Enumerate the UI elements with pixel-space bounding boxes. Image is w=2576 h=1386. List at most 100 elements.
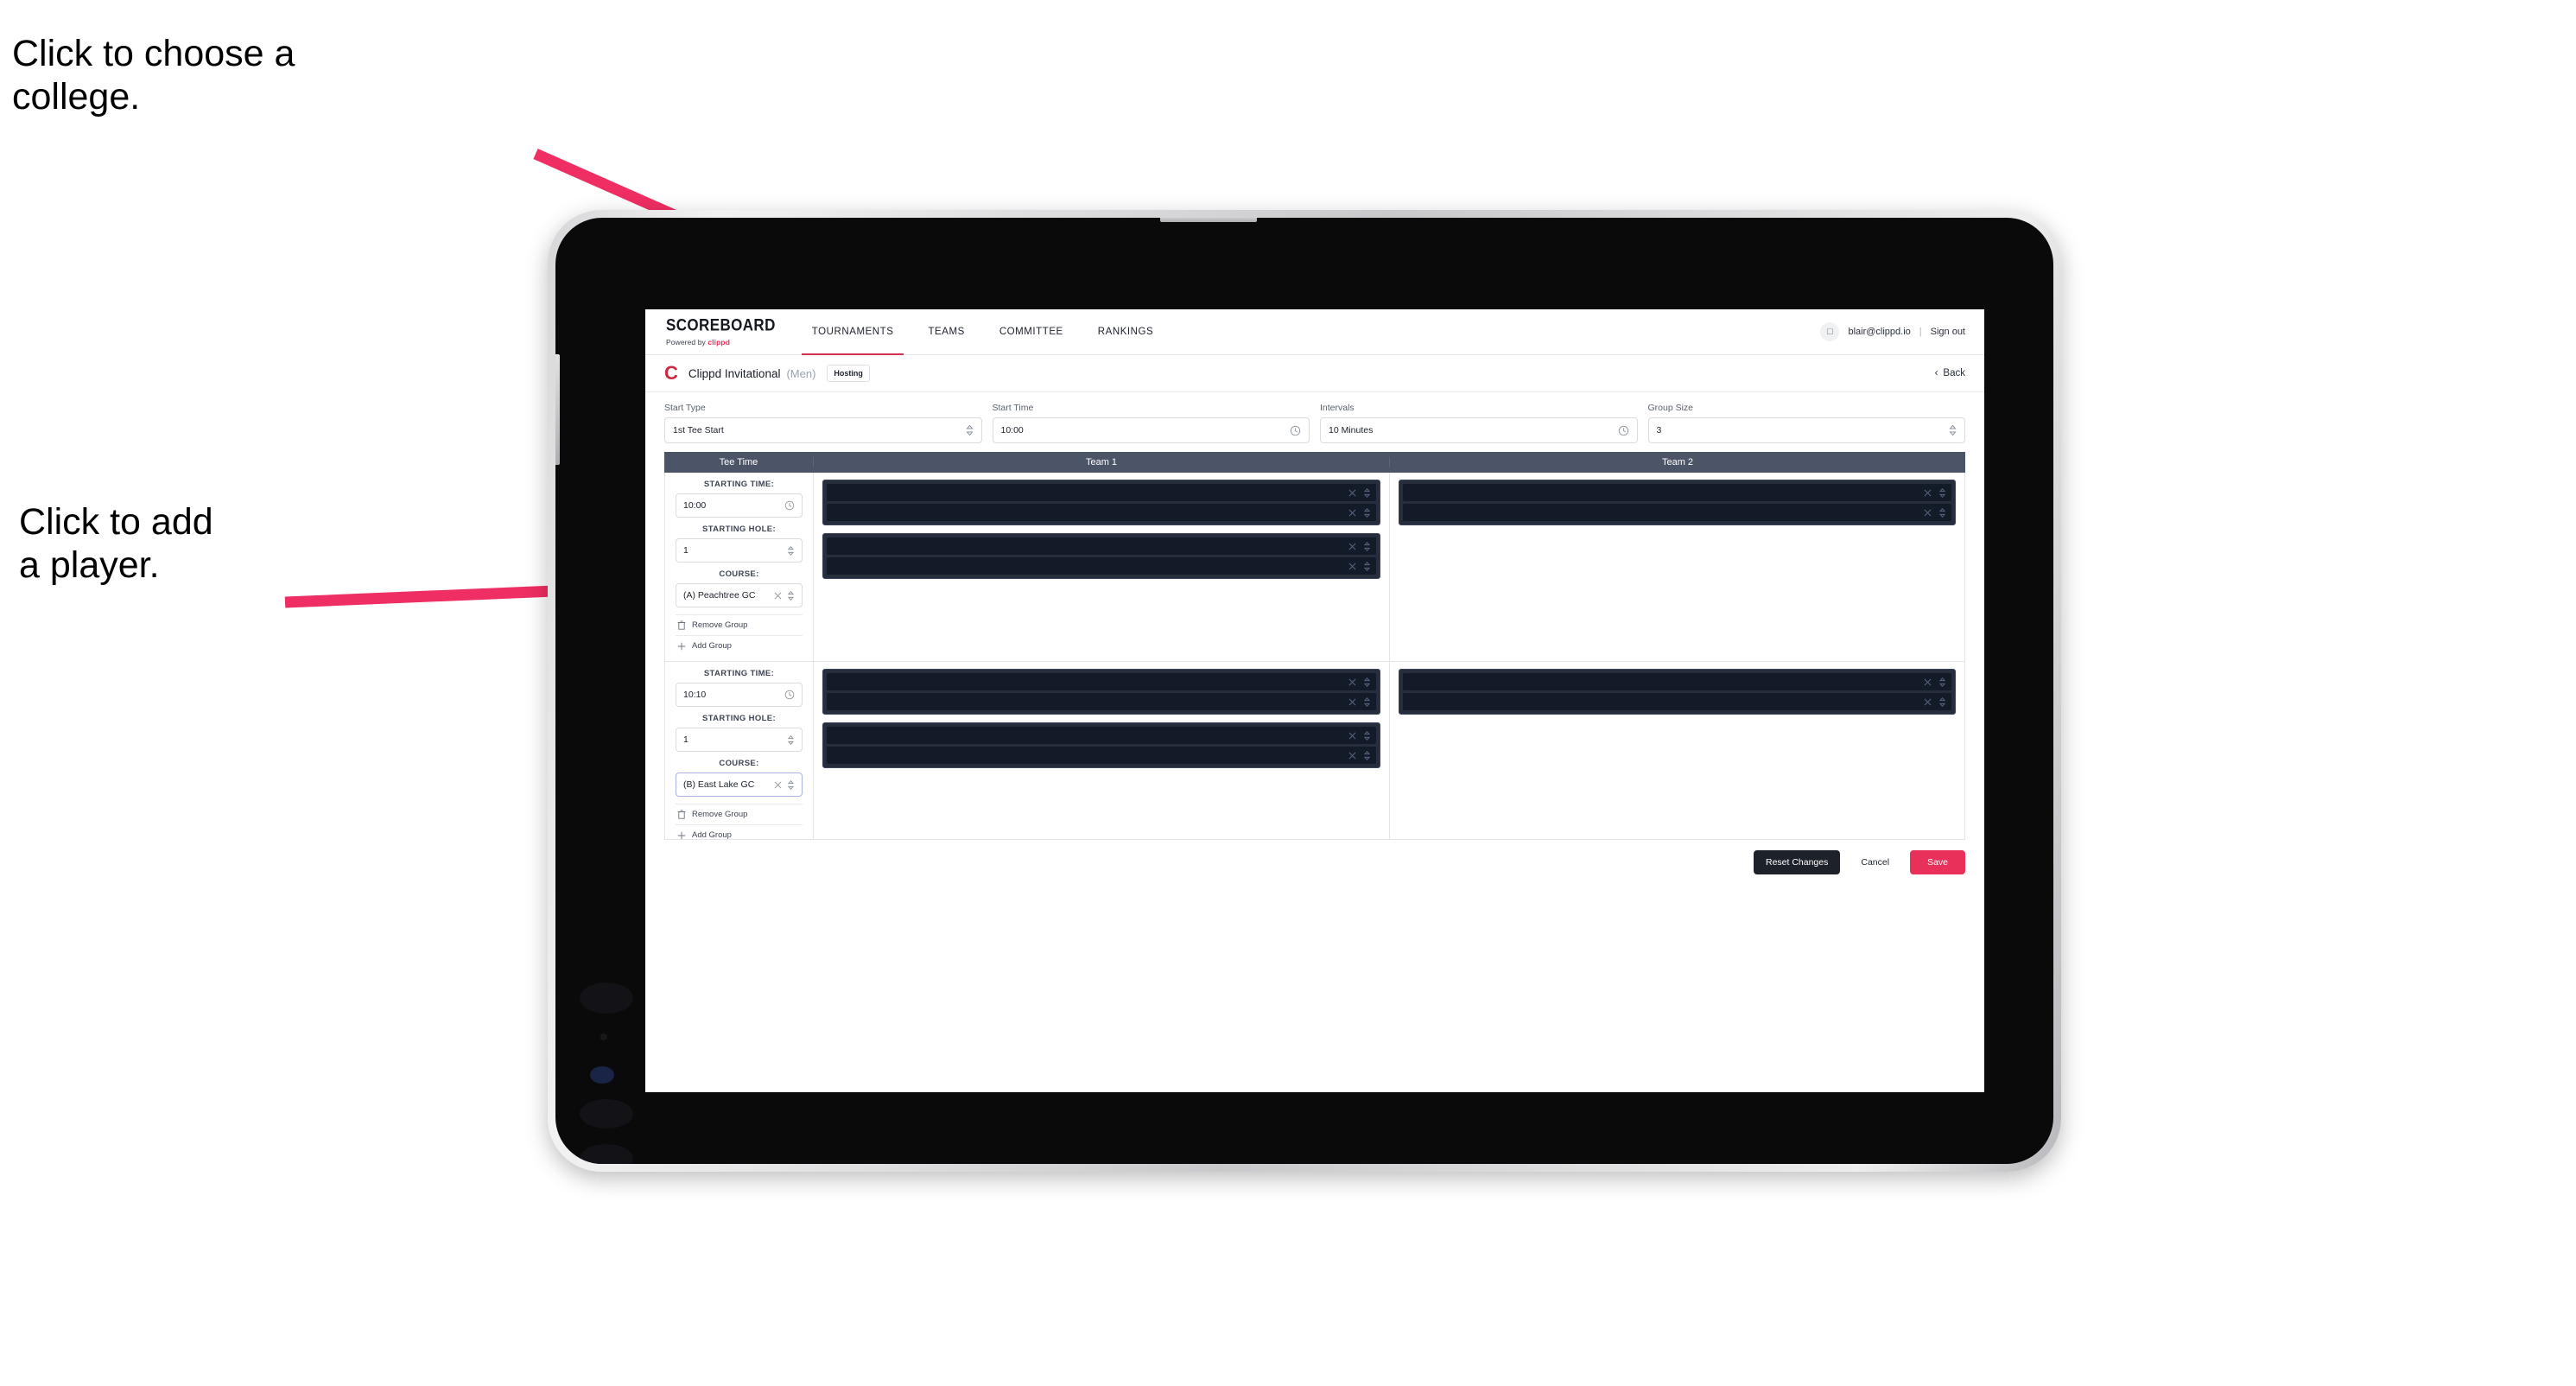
annotation-add-player: Click to add a player.	[19, 501, 213, 586]
player-group-block[interactable]	[822, 533, 1380, 579]
stepper-updown-icon[interactable]	[1363, 750, 1371, 761]
clear-x-icon[interactable]	[1924, 509, 1932, 517]
player-group-block[interactable]	[822, 480, 1380, 525]
stepper-updown-icon[interactable]	[1363, 696, 1371, 708]
clear-x-icon[interactable]	[774, 592, 782, 600]
starting-time-input[interactable]: 10:00	[676, 493, 803, 518]
player-row[interactable]	[827, 537, 1376, 555]
remove-group-button[interactable]: Remove Group	[676, 614, 803, 635]
player-group-block[interactable]	[822, 722, 1380, 768]
nav-link-teams[interactable]: TEAMS	[910, 309, 981, 354]
stepper-updown-icon[interactable]	[965, 424, 974, 436]
starting-time-input[interactable]: 10:10	[676, 683, 803, 707]
player-row[interactable]	[827, 557, 1376, 575]
stepper-updown-icon[interactable]	[1363, 487, 1371, 499]
clear-x-icon[interactable]	[774, 781, 782, 789]
group-size-stepper[interactable]: 3	[1647, 417, 1965, 443]
course-select[interactable]: (B) East Lake GC	[676, 772, 803, 797]
clear-x-icon[interactable]	[1348, 752, 1356, 760]
player-row[interactable]	[827, 693, 1376, 710]
stepper-updown-icon[interactable]	[1363, 507, 1371, 518]
clock-icon[interactable]	[1290, 425, 1301, 436]
clear-x-icon[interactable]	[1348, 509, 1356, 517]
clear-x-icon[interactable]	[1348, 698, 1356, 706]
player-row[interactable]	[1402, 673, 1951, 690]
field-intervals: Intervals 10 Minutes	[1320, 403, 1638, 443]
nav-link-rankings[interactable]: RANKINGS	[1081, 309, 1171, 354]
avatar[interactable]: ☐	[1820, 322, 1840, 341]
clear-x-icon[interactable]	[1924, 489, 1932, 497]
stepper-updown-icon[interactable]	[787, 734, 795, 746]
volume-button[interactable]	[555, 354, 560, 465]
back-button[interactable]: ‹ Back	[1935, 368, 1965, 378]
stepper-updown-icon[interactable]	[787, 590, 795, 601]
tablet-bezel: SCOREBOARD Powered by clippd TOURNAMENTS…	[555, 218, 2053, 1164]
stepper-updown-icon[interactable]	[1363, 730, 1371, 741]
clear-x-icon[interactable]	[1348, 563, 1356, 570]
player-row[interactable]	[827, 504, 1376, 521]
team-2-cell[interactable]	[1389, 473, 1964, 661]
tournament-gender: (Men)	[786, 366, 816, 380]
sign-out-button[interactable]: Sign out	[1931, 327, 1965, 337]
brand-sub-prefix: Powered by	[666, 338, 706, 346]
stepper-updown-icon[interactable]	[1938, 487, 1946, 499]
start-time-input[interactable]: 10:00	[992, 417, 1310, 443]
remove-group-button[interactable]: Remove Group	[676, 804, 803, 824]
player-group-block[interactable]	[822, 669, 1380, 715]
tee-time-cell[interactable]: STARTING TIME: 10:10 STARTING HOLE: 1 CO…	[665, 662, 814, 839]
reset-changes-button[interactable]: Reset Changes	[1753, 850, 1841, 874]
stepper-updown-icon[interactable]	[1363, 561, 1371, 572]
player-group-block[interactable]	[1398, 669, 1956, 715]
team-2-cell[interactable]	[1389, 662, 1964, 839]
tee-sheet-table-body[interactable]: STARTING TIME: 10:00 STARTING HOLE: 1 CO…	[664, 473, 1965, 840]
player-group-block[interactable]	[1398, 480, 1956, 525]
power-button[interactable]	[1160, 218, 1257, 222]
clear-x-icon[interactable]	[1348, 543, 1356, 550]
clear-x-icon[interactable]	[1348, 489, 1356, 497]
column-header-team-2: Team 2	[1661, 457, 1694, 467]
course-value: (B) East Lake GC	[683, 779, 755, 790]
player-row[interactable]	[1402, 504, 1951, 521]
team-1-cell[interactable]	[814, 662, 1390, 839]
stepper-updown-icon[interactable]	[787, 779, 795, 791]
account-separator: |	[1919, 327, 1922, 337]
add-group-button[interactable]: Add Group	[676, 635, 803, 656]
stepper-updown-icon[interactable]	[787, 545, 795, 556]
player-row[interactable]	[1402, 484, 1951, 501]
save-button[interactable]: Save	[1910, 850, 1965, 874]
nav-link-tournaments[interactable]: TOURNAMENTS	[795, 309, 911, 355]
group-size-value: 3	[1656, 425, 1662, 436]
add-group-button[interactable]: Add Group	[676, 824, 803, 839]
clear-x-icon[interactable]	[1348, 732, 1356, 740]
cancel-button[interactable]: Cancel	[1852, 850, 1898, 874]
add-group-label: Add Group	[692, 641, 732, 651]
start-type-value: 1st Tee Start	[673, 425, 724, 436]
nav-link-committee[interactable]: COMMITTEE	[982, 309, 1081, 354]
stepper-updown-icon[interactable]	[1363, 677, 1371, 688]
clock-icon[interactable]	[784, 690, 795, 700]
stepper-updown-icon[interactable]	[1938, 507, 1946, 518]
clear-x-icon[interactable]	[1924, 678, 1932, 686]
player-row[interactable]	[827, 484, 1376, 501]
team-1-cell[interactable]	[814, 473, 1390, 661]
start-type-select[interactable]: 1st Tee Start	[664, 417, 982, 443]
starting-hole-stepper[interactable]: 1	[676, 538, 803, 563]
clock-icon[interactable]	[784, 500, 795, 511]
intervals-input[interactable]: 10 Minutes	[1320, 417, 1638, 443]
brand-logo[interactable]: SCOREBOARD Powered by clippd	[645, 309, 795, 354]
starting-hole-stepper[interactable]: 1	[676, 728, 803, 752]
stepper-updown-icon[interactable]	[1938, 677, 1946, 688]
clear-x-icon[interactable]	[1348, 678, 1356, 686]
stepper-updown-icon[interactable]	[1938, 696, 1946, 708]
clear-x-icon[interactable]	[1924, 698, 1932, 706]
starting-time-label: STARTING TIME:	[703, 669, 775, 678]
tee-time-cell[interactable]: STARTING TIME: 10:00 STARTING HOLE: 1 CO…	[665, 473, 814, 661]
course-select[interactable]: (A) Peachtree GC	[676, 583, 803, 607]
clock-icon[interactable]	[1618, 425, 1629, 436]
player-row[interactable]	[1402, 693, 1951, 710]
player-row[interactable]	[827, 727, 1376, 744]
stepper-updown-icon[interactable]	[1363, 541, 1371, 552]
player-row[interactable]	[827, 673, 1376, 690]
player-row[interactable]	[827, 747, 1376, 764]
stepper-updown-icon[interactable]	[1949, 424, 1957, 436]
